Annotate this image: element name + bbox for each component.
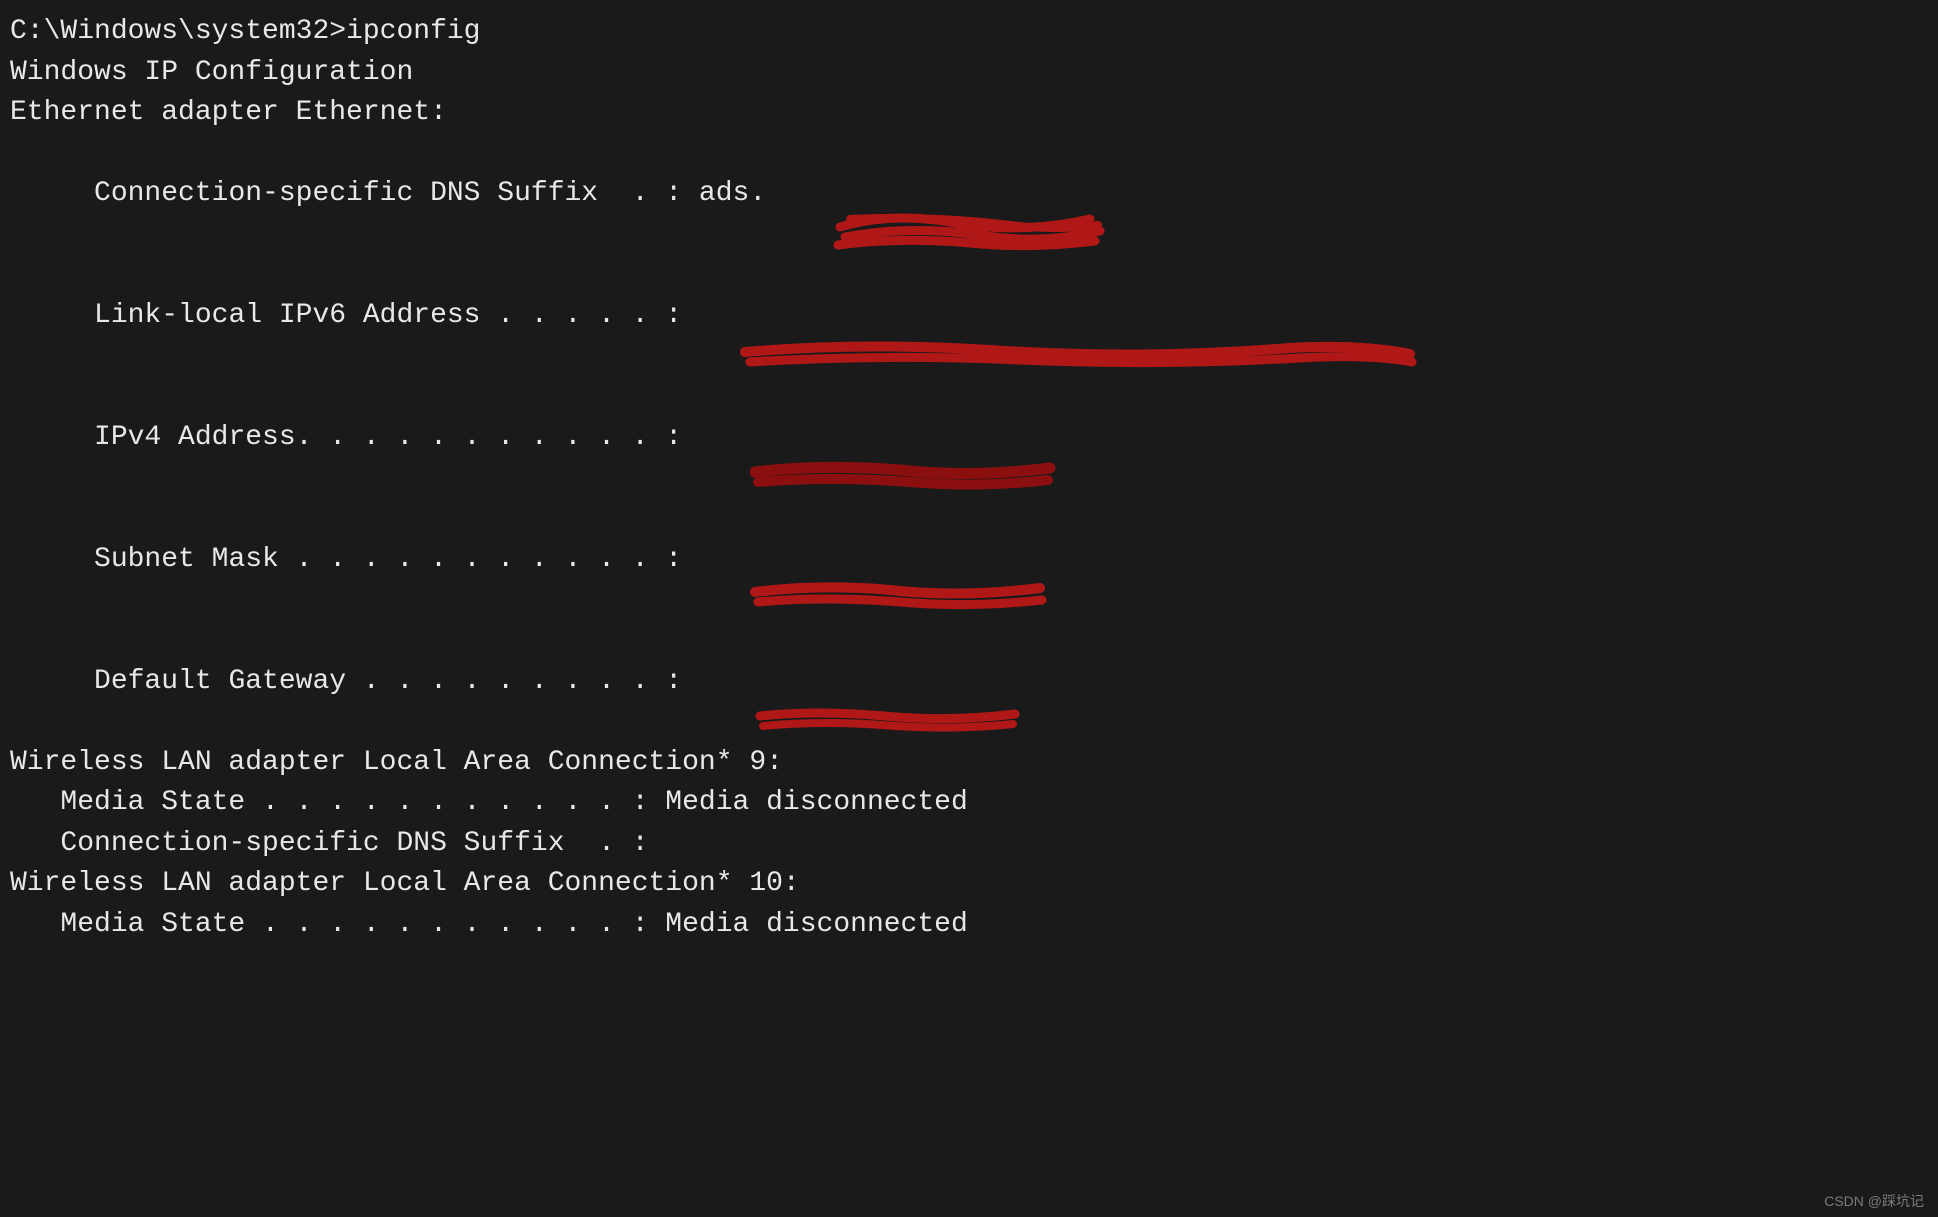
line-text: Connection-specific DNS Suffix . : ads. [44,178,767,209]
media-state-line: Media State . . . . . . . . . . . : Medi… [10,905,1928,946]
line-text: Link-local IPv6 Address . . . . . : [44,300,699,331]
adapter-title: Wireless LAN adapter Local Area Connecti… [10,864,1928,905]
subnet-mask-line: Subnet Mask . . . . . . . . . . . : [10,499,1928,621]
line-text: IPv4 Address. . . . . . . . . . . : [44,422,699,453]
adapter-title: Wireless LAN adapter Local Area Connecti… [10,743,1928,784]
watermark-text: CSDN @踩坑记 [1824,1191,1924,1211]
media-state-line: Media State . . . . . . . . . . . : Medi… [10,783,1928,824]
adapter-title: Ethernet adapter Ethernet: [10,93,1928,134]
ipv4-address-line: IPv4 Address. . . . . . . . . . . : [10,377,1928,499]
config-header: Windows IP Configuration [10,53,1928,94]
line-text: Subnet Mask . . . . . . . . . . . : [44,544,699,575]
ipv6-address-line: Link-local IPv6 Address . . . . . : [10,256,1928,378]
default-gateway-line: Default Gateway . . . . . . . . . : [10,621,1928,743]
dns-suffix-line: Connection-specific DNS Suffix . : [10,824,1928,865]
command-prompt-line: C:\Windows\system32>ipconfig [10,12,1928,53]
line-text: Default Gateway . . . . . . . . . : [44,666,699,697]
dns-suffix-line: Connection-specific DNS Suffix . : ads. [10,134,1928,256]
